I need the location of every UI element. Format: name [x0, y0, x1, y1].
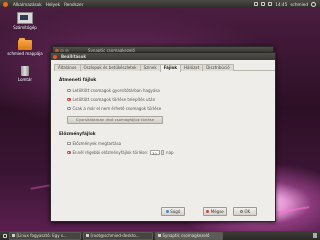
- tab-files[interactable]: Fájlok: [159, 64, 182, 72]
- radio-label: Letöltött csomagok gyorsítótárban hagyás…: [72, 88, 160, 93]
- days-spinner[interactable]: [161, 150, 165, 155]
- menu-system[interactable]: Rendszer: [64, 2, 83, 7]
- top-panel: Alkalmazások Helyek Rendszer 14:45 schmi…: [0, 0, 320, 8]
- taskbar-item-label: [Linux fogyasztó: Egy s...: [16, 233, 67, 238]
- tab-network[interactable]: Hálózat: [180, 64, 204, 71]
- desktop-icon-home[interactable]: schmied mappája: [5, 38, 45, 56]
- radio-label: Csak a már el nem érhető csomagok törlés…: [72, 106, 162, 111]
- ubuntu-logo-icon[interactable]: [3, 1, 8, 7]
- cancel-icon: [206, 210, 210, 213]
- network-icon[interactable]: [254, 2, 259, 6]
- ok-button-label: OK: [244, 209, 251, 214]
- tab-general[interactable]: Általános: [54, 64, 81, 71]
- checkbox-keep-history[interactable]: Előzmények megtartása: [67, 141, 121, 146]
- radio-indicator[interactable]: [67, 106, 71, 111]
- radio-delete-unavailable[interactable]: Csak a már el nem érhető csomagok törlés…: [67, 106, 161, 111]
- desktop-icon-label: schmied mappája: [6, 51, 44, 56]
- days-unit: nap: [166, 150, 174, 155]
- synaptic-window[interactable]: Synaptic csomagkezelő Beállítások Általá…: [50, 46, 276, 222]
- history-heading: Előzményfájlok: [59, 132, 96, 137]
- terminal-icon: [86, 234, 89, 237]
- cancel-button-label: Mégse: [210, 209, 224, 214]
- radio-indicator[interactable]: [67, 97, 71, 102]
- taskbar-item-label: [root@schmied-deskto...: [90, 233, 140, 238]
- radio-delete-after-install[interactable]: Letöltött csomagok törlése telepítés utá…: [67, 97, 155, 102]
- taskbar-item-label: Synaptic csomagkezelő: [162, 233, 210, 238]
- preferences-dialog[interactable]: Beállítások Általános Oszlopok és betűké…: [50, 52, 276, 222]
- desktop-icon-label: Számítógép: [12, 25, 38, 30]
- tab-colors[interactable]: Színek: [139, 64, 161, 71]
- mail-icon[interactable]: [261, 2, 266, 6]
- desktop-icon-computer[interactable]: Számítógép: [5, 12, 45, 30]
- help-icon: [165, 210, 169, 213]
- radio-label: Letöltött csomagok törlése telepítés utá…: [72, 97, 156, 102]
- bottom-panel: [Linux fogyasztó: Egy s... [root@schmied…: [0, 231, 320, 240]
- taskbar-item-synaptic[interactable]: Synaptic csomagkezelő: [155, 231, 223, 240]
- trash-icon[interactable]: [313, 233, 317, 238]
- tab-columns-fonts[interactable]: Oszlopok és betűkészletek: [79, 64, 141, 71]
- desktop-icon-trash[interactable]: Lomtár: [5, 66, 45, 82]
- radio-delete-older-history[interactable]: Ennél régebbi előzményfájlok törlése: 30…: [67, 150, 174, 156]
- help-button[interactable]: Súgó: [161, 207, 185, 216]
- tab-bar: Általános Oszlopok és betűkészletek Szín…: [54, 64, 275, 72]
- ok-button[interactable]: OK: [233, 207, 257, 216]
- menu-places[interactable]: Helyek: [46, 2, 60, 7]
- checkbox-label: Előzmények megtartása: [72, 141, 122, 146]
- ok-icon: [239, 210, 243, 213]
- checkbox-indicator[interactable]: [67, 141, 71, 146]
- dialog-title: Beállítások: [61, 54, 86, 59]
- power-icon[interactable]: [311, 1, 316, 7]
- radio-indicator[interactable]: [67, 88, 71, 93]
- clock[interactable]: 14:45: [275, 2, 287, 7]
- trash-icon: [21, 66, 29, 76]
- tab-distribution[interactable]: Disztribúció: [202, 64, 234, 71]
- taskbar-item-browser[interactable]: [Linux fogyasztó: Egy s...: [9, 231, 81, 240]
- package-icon: [158, 234, 161, 237]
- radio-keep-cache[interactable]: Letöltött csomagok gyorsítótárban hagyás…: [67, 88, 160, 93]
- radio-label: Ennél régebbi előzményfájlok törlése:: [72, 150, 149, 155]
- days-input[interactable]: 30: [150, 150, 161, 156]
- user-menu[interactable]: schmied: [290, 2, 308, 7]
- computer-icon: [17, 12, 33, 24]
- menu-applications[interactable]: Alkalmazások: [13, 2, 42, 7]
- show-desktop-icon[interactable]: [3, 233, 7, 238]
- close-icon[interactable]: [53, 54, 57, 59]
- help-button-label: Súgó: [170, 209, 181, 214]
- delete-cache-button[interactable]: Gyorsítótárban lévő csomagfájlok törlése: [67, 116, 163, 124]
- home-folder-icon: [18, 38, 32, 50]
- volume-icon[interactable]: [268, 2, 273, 6]
- browser-icon: [12, 234, 15, 237]
- taskbar-item-terminal[interactable]: [root@schmied-deskto...: [83, 231, 153, 240]
- cancel-button[interactable]: Mégse: [203, 207, 227, 216]
- dialog-titlebar[interactable]: Beállítások: [51, 53, 275, 60]
- temp-files-heading: Átmeneti fájlok: [59, 78, 97, 83]
- desktop-icon-label: Lomtár: [16, 77, 34, 82]
- radio-indicator[interactable]: [67, 150, 71, 155]
